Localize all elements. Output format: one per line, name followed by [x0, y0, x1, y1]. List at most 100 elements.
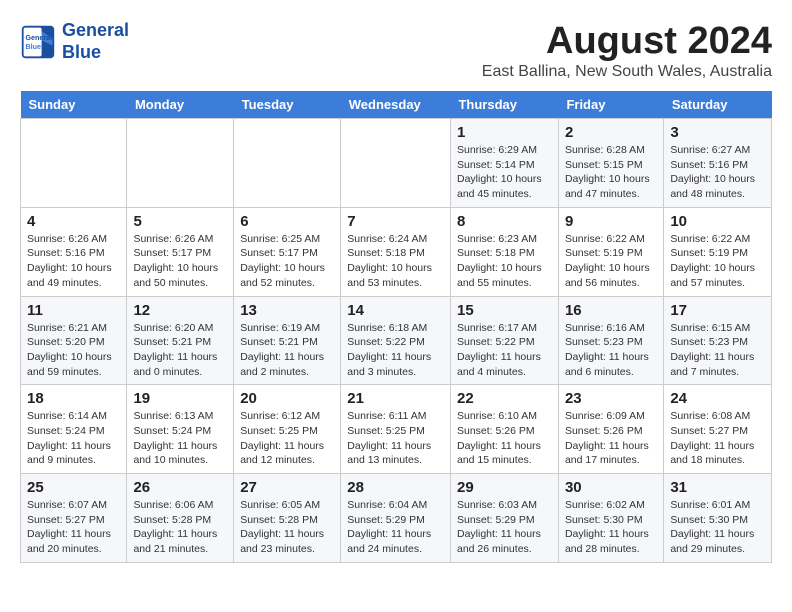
day-number: 7 — [347, 213, 444, 230]
day-number: 15 — [457, 302, 552, 319]
week-row-2: 4 Sunrise: 6:26 AMSunset: 5:16 PMDaylight… — [21, 207, 772, 296]
day-number: 30 — [565, 479, 657, 496]
day-detail: Sunrise: 6:01 AMSunset: 5:30 PMDaylight:… — [670, 498, 765, 557]
day-number: 19 — [133, 390, 227, 407]
day-detail: Sunrise: 6:05 AMSunset: 5:28 PMDaylight:… — [240, 498, 334, 557]
day-cell: 7 Sunrise: 6:24 AMSunset: 5:18 PMDaylight… — [341, 207, 451, 296]
day-cell: 2 Sunrise: 6:28 AMSunset: 5:15 PMDaylight… — [558, 119, 663, 208]
day-number: 12 — [133, 302, 227, 319]
day-cell: 1 Sunrise: 6:29 AMSunset: 5:14 PMDaylight… — [450, 119, 558, 208]
day-cell: 26 Sunrise: 6:06 AMSunset: 5:28 PMDayligh… — [127, 474, 234, 563]
day-number: 21 — [347, 390, 444, 407]
day-detail: Sunrise: 6:11 AMSunset: 5:25 PMDaylight:… — [347, 409, 444, 468]
day-detail: Sunrise: 6:02 AMSunset: 5:30 PMDaylight:… — [565, 498, 657, 557]
day-cell: 13Sunrise: 6:19 AMSunset: 5:21 PMDayligh… — [234, 296, 341, 385]
day-detail: Sunrise: 6:29 AMSunset: 5:14 PMDaylight:… — [457, 143, 552, 202]
week-row-3: 11 Sunrise: 6:21 AMSunset: 5:20 PMDayligh… — [21, 296, 772, 385]
day-detail: Sunrise: 6:18 AMSunset: 5:22 PMDaylight:… — [347, 321, 444, 380]
day-number: 25 — [27, 479, 120, 496]
logo: General Blue General Blue — [20, 20, 129, 63]
day-cell: 31 Sunrise: 6:01 AMSunset: 5:30 PMDayligh… — [664, 474, 772, 563]
day-detail: Sunrise: 6:16 AMSunset: 5:23 PMDaylight:… — [565, 321, 657, 380]
week-row-4: 18 Sunrise: 6:14 AMSunset: 5:24 PMDayligh… — [21, 385, 772, 474]
day-cell: 4 Sunrise: 6:26 AMSunset: 5:16 PMDaylight… — [21, 207, 127, 296]
day-number: 1 — [457, 124, 552, 141]
day-cell — [341, 119, 451, 208]
day-number: 5 — [133, 213, 227, 230]
day-detail: Sunrise: 6:14 AMSunset: 5:24 PMDaylight:… — [27, 409, 120, 468]
day-number: 23 — [565, 390, 657, 407]
day-cell: 16Sunrise: 6:16 AMSunset: 5:23 PMDayligh… — [558, 296, 663, 385]
day-number: 28 — [347, 479, 444, 496]
day-detail: Sunrise: 6:15 AMSunset: 5:23 PMDaylight:… — [670, 321, 765, 380]
logo-icon: General Blue — [20, 24, 56, 60]
day-cell: 22Sunrise: 6:10 AMSunset: 5:26 PMDayligh… — [450, 385, 558, 474]
day-cell: 11 Sunrise: 6:21 AMSunset: 5:20 PMDayligh… — [21, 296, 127, 385]
calendar-table: SundayMondayTuesdayWednesdayThursdayFrid… — [20, 91, 772, 563]
day-number: 18 — [27, 390, 120, 407]
day-cell: 14 Sunrise: 6:18 AMSunset: 5:22 PMDayligh… — [341, 296, 451, 385]
day-cell: 18 Sunrise: 6:14 AMSunset: 5:24 PMDayligh… — [21, 385, 127, 474]
day-number: 20 — [240, 390, 334, 407]
day-number: 8 — [457, 213, 552, 230]
day-cell: 23 Sunrise: 6:09 AMSunset: 5:26 PMDayligh… — [558, 385, 663, 474]
day-detail: Sunrise: 6:09 AMSunset: 5:26 PMDaylight:… — [565, 409, 657, 468]
day-number: 6 — [240, 213, 334, 230]
weekday-header-thursday: Thursday — [450, 91, 558, 119]
day-detail: Sunrise: 6:23 AMSunset: 5:18 PMDaylight:… — [457, 232, 552, 291]
logo-text: General Blue — [62, 20, 129, 63]
day-detail: Sunrise: 6:21 AMSunset: 5:20 PMDaylight:… — [27, 321, 120, 380]
week-row-1: 1 Sunrise: 6:29 AMSunset: 5:14 PMDaylight… — [21, 119, 772, 208]
day-number: 11 — [27, 302, 120, 319]
day-detail: Sunrise: 6:25 AMSunset: 5:17 PMDaylight:… — [240, 232, 334, 291]
day-detail: Sunrise: 6:22 AMSunset: 5:19 PMDaylight:… — [565, 232, 657, 291]
day-number: 2 — [565, 124, 657, 141]
day-cell — [234, 119, 341, 208]
day-cell: 5 Sunrise: 6:26 AMSunset: 5:17 PMDaylight… — [127, 207, 234, 296]
weekday-header-sunday: Sunday — [21, 91, 127, 119]
day-number: 4 — [27, 213, 120, 230]
day-detail: Sunrise: 6:27 AMSunset: 5:16 PMDaylight:… — [670, 143, 765, 202]
day-cell: 12 Sunrise: 6:20 AMSunset: 5:21 PMDayligh… — [127, 296, 234, 385]
day-cell: 8 Sunrise: 6:23 AMSunset: 5:18 PMDaylight… — [450, 207, 558, 296]
day-cell: 20Sunrise: 6:12 AMSunset: 5:25 PMDayligh… — [234, 385, 341, 474]
day-detail: Sunrise: 6:07 AMSunset: 5:27 PMDaylight:… — [27, 498, 120, 557]
day-number: 9 — [565, 213, 657, 230]
day-cell: 27Sunrise: 6:05 AMSunset: 5:28 PMDayligh… — [234, 474, 341, 563]
day-detail: Sunrise: 6:26 AMSunset: 5:17 PMDaylight:… — [133, 232, 227, 291]
day-number: 26 — [133, 479, 227, 496]
day-detail: Sunrise: 6:26 AMSunset: 5:16 PMDaylight:… — [27, 232, 120, 291]
day-detail: Sunrise: 6:17 AMSunset: 5:22 PMDaylight:… — [457, 321, 552, 380]
day-number: 29 — [457, 479, 552, 496]
day-cell: 21 Sunrise: 6:11 AMSunset: 5:25 PMDayligh… — [341, 385, 451, 474]
weekday-header-monday: Monday — [127, 91, 234, 119]
day-detail: Sunrise: 6:24 AMSunset: 5:18 PMDaylight:… — [347, 232, 444, 291]
day-number: 13 — [240, 302, 334, 319]
day-number: 22 — [457, 390, 552, 407]
day-detail: Sunrise: 6:28 AMSunset: 5:15 PMDaylight:… — [565, 143, 657, 202]
day-number: 24 — [670, 390, 765, 407]
day-detail: Sunrise: 6:04 AMSunset: 5:29 PMDaylight:… — [347, 498, 444, 557]
day-cell: 30 Sunrise: 6:02 AMSunset: 5:30 PMDayligh… — [558, 474, 663, 563]
svg-text:General: General — [25, 33, 52, 42]
page-title: August 2024 — [482, 20, 772, 63]
day-cell: 25 Sunrise: 6:07 AMSunset: 5:27 PMDayligh… — [21, 474, 127, 563]
page-subtitle: East Ballina, New South Wales, Australia — [482, 63, 772, 81]
day-detail: Sunrise: 6:20 AMSunset: 5:21 PMDaylight:… — [133, 321, 227, 380]
week-row-5: 25 Sunrise: 6:07 AMSunset: 5:27 PMDayligh… — [21, 474, 772, 563]
day-number: 14 — [347, 302, 444, 319]
day-cell: 24 Sunrise: 6:08 AMSunset: 5:27 PMDayligh… — [664, 385, 772, 474]
day-number: 31 — [670, 479, 765, 496]
logo-blue: Blue — [62, 42, 101, 62]
day-cell: 19 Sunrise: 6:13 AMSunset: 5:24 PMDayligh… — [127, 385, 234, 474]
day-detail: Sunrise: 6:08 AMSunset: 5:27 PMDaylight:… — [670, 409, 765, 468]
day-number: 3 — [670, 124, 765, 141]
day-number: 17 — [670, 302, 765, 319]
day-cell: 3 Sunrise: 6:27 AMSunset: 5:16 PMDaylight… — [664, 119, 772, 208]
weekday-header-friday: Friday — [558, 91, 663, 119]
day-detail: Sunrise: 6:13 AMSunset: 5:24 PMDaylight:… — [133, 409, 227, 468]
day-cell: 17 Sunrise: 6:15 AMSunset: 5:23 PMDayligh… — [664, 296, 772, 385]
day-detail: Sunrise: 6:06 AMSunset: 5:28 PMDaylight:… — [133, 498, 227, 557]
day-cell — [127, 119, 234, 208]
weekday-header-tuesday: Tuesday — [234, 91, 341, 119]
